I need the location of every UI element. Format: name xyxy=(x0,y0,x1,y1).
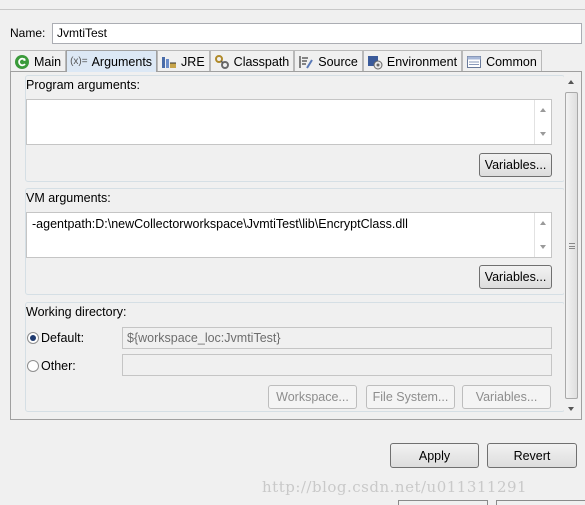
vm-arguments-title: VM arguments: xyxy=(26,191,111,205)
working-directory-group: Working directory: Default: ${workspace_… xyxy=(25,302,565,412)
working-variables-button[interactable]: Variables... xyxy=(462,385,551,409)
other-radio[interactable] xyxy=(27,360,39,372)
scroll-up-icon xyxy=(540,221,546,225)
tab-main[interactable]: Main xyxy=(10,50,67,72)
common-icon xyxy=(466,54,482,70)
top-edge xyxy=(0,9,585,10)
vm-arguments-group: VM arguments: -agentpath:D:\newCollector… xyxy=(25,188,565,295)
arguments-panel: Program arguments: Variables... VM argum… xyxy=(10,71,582,420)
workspace-button[interactable]: Workspace... xyxy=(268,385,357,409)
program-arguments-input[interactable] xyxy=(26,99,552,145)
tab-environment[interactable]: Environment xyxy=(362,50,463,72)
name-input[interactable]: JvmtiTest xyxy=(52,23,582,44)
source-icon xyxy=(298,54,314,70)
vm-variables-button[interactable]: Variables... xyxy=(479,265,552,289)
tab-common[interactable]: Common xyxy=(462,50,542,72)
scroll-up-icon xyxy=(540,108,546,112)
program-arguments-scrollbar[interactable] xyxy=(534,100,551,144)
tab-classpath[interactable]: Classpath xyxy=(209,50,295,72)
classpath-icon xyxy=(214,54,230,70)
tab-source-label: Source xyxy=(318,54,358,69)
file-system-button[interactable]: File System... xyxy=(366,385,455,409)
vm-arguments-value: -agentpath:D:\newCollectorworkspace\Jvmt… xyxy=(32,217,408,231)
scroll-up-icon xyxy=(568,80,574,84)
bottom-button-edge xyxy=(398,500,488,505)
tab-environment-label: Environment xyxy=(386,54,458,69)
tab-bar: Main (x)= Arguments JRE Classpath Source… xyxy=(10,50,542,72)
tab-classpath-label: Classpath xyxy=(233,54,290,69)
scrollbar-grip-icon xyxy=(569,243,575,249)
tab-source[interactable]: Source xyxy=(294,50,363,72)
tab-jre-label: JRE xyxy=(181,54,205,69)
scroll-down-icon xyxy=(568,407,574,411)
program-variables-button[interactable]: Variables... xyxy=(479,153,552,177)
tab-main-label: Main xyxy=(34,54,62,69)
program-arguments-group: Program arguments: Variables... xyxy=(25,75,565,182)
tab-common-label: Common xyxy=(486,54,537,69)
main-launch-icon xyxy=(14,54,30,70)
tab-arguments-label: Arguments xyxy=(91,54,153,69)
program-arguments-title: Program arguments: xyxy=(26,78,140,92)
other-directory-field[interactable] xyxy=(122,354,552,376)
tab-arguments[interactable]: (x)= Arguments xyxy=(66,50,158,72)
default-radio[interactable] xyxy=(27,332,39,344)
scrollbar-thumb[interactable] xyxy=(565,92,578,399)
panel-scrollbar[interactable] xyxy=(564,74,579,417)
vm-arguments-scrollbar[interactable] xyxy=(534,213,551,257)
tab-jre[interactable]: JRE xyxy=(157,50,210,72)
environment-icon xyxy=(367,54,383,70)
bottom-button-edge xyxy=(496,500,585,505)
vm-arguments-input[interactable]: -agentpath:D:\newCollectorworkspace\Jvmt… xyxy=(26,212,552,258)
scroll-down-icon xyxy=(540,245,546,249)
apply-button[interactable]: Apply xyxy=(390,443,479,468)
default-label: Default: xyxy=(41,331,85,345)
arguments-icon: (x)= xyxy=(70,56,88,67)
jre-icon xyxy=(161,54,177,70)
default-directory-field: ${workspace_loc:JvmtiTest} xyxy=(122,327,552,349)
name-label: Name: xyxy=(10,26,46,40)
scroll-down-icon xyxy=(540,132,546,136)
working-directory-title: Working directory: xyxy=(26,305,127,319)
revert-button[interactable]: Revert xyxy=(487,443,577,468)
other-label: Other: xyxy=(41,359,76,373)
watermark: http://blog.csdn.net/u011311291 xyxy=(262,478,528,496)
